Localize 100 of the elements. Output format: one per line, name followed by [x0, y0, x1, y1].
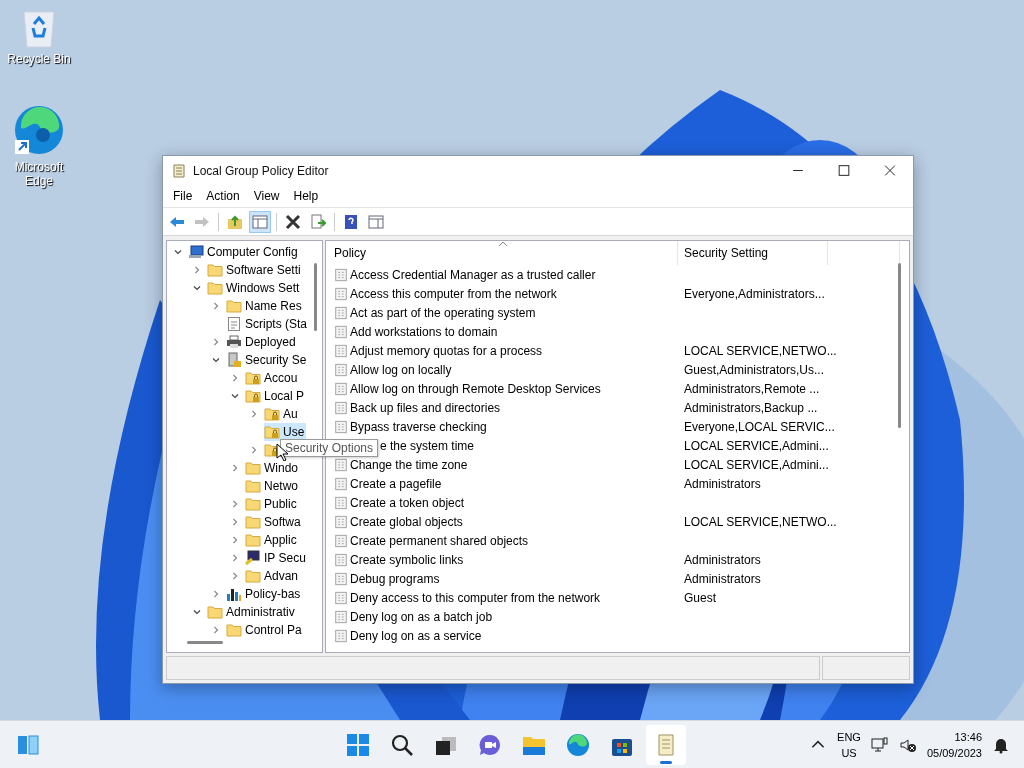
column-header[interactable]: Security Setting: [678, 241, 828, 265]
policy-name[interactable]: Create a token object: [350, 495, 465, 510]
expanded-chevron-icon[interactable]: [192, 283, 202, 293]
tree-item[interactable]: Scripts (Sta: [226, 315, 309, 333]
policy-name[interactable]: Deny log on as a service: [350, 628, 482, 643]
security-setting: LOCAL SERVICE,NETWO...: [684, 343, 837, 358]
collapsed-chevron-icon[interactable]: [230, 517, 240, 527]
clock-time[interactable]: 13:46: [954, 729, 982, 745]
policy-icon: [334, 533, 348, 548]
policy-name[interactable]: Allow log on locally: [350, 362, 452, 377]
tooltip: Security Options: [280, 439, 379, 457]
tree-item[interactable]: Public: [245, 495, 299, 513]
locked-folder-icon: [245, 370, 261, 386]
policy-name[interactable]: Back up files and directories: [350, 400, 501, 415]
policy-name[interactable]: Create a pagefile: [350, 476, 442, 491]
expanded-chevron-icon[interactable]: [173, 247, 183, 257]
collapsed-chevron-icon[interactable]: [211, 301, 221, 311]
policy-name[interactable]: Bypass traverse checking: [350, 419, 487, 434]
expanded-chevron-icon[interactable]: [211, 355, 221, 365]
security-setting: Administrators,Remote ...: [684, 381, 820, 396]
policy-name[interactable]: Allow log on through Remote Desktop Services: [350, 381, 601, 396]
bell-icon[interactable]: [992, 736, 1010, 754]
collapsed-chevron-icon[interactable]: [230, 463, 240, 473]
delete-icon: [285, 213, 301, 230]
policy-icon: [334, 495, 348, 510]
policy-icon: [334, 514, 348, 529]
monitor-key-icon: [245, 550, 261, 566]
region-indicator[interactable]: US: [841, 745, 857, 761]
policy-name[interactable]: Debug programs: [350, 571, 440, 586]
expanded-chevron-icon[interactable]: [192, 607, 202, 617]
policy-icon: [334, 552, 348, 567]
policy-name[interactable]: Create global objects: [350, 514, 463, 529]
folder-icon: [207, 604, 223, 620]
scrollbar[interactable]: [898, 263, 901, 428]
language-indicator[interactable]: ENG: [837, 729, 861, 745]
policy-name[interactable]: Access this computer from the network: [350, 286, 557, 301]
policy-name[interactable]: Access Credential Manager as a trusted caller: [350, 267, 596, 282]
tree-toggle-button[interactable]: [249, 210, 271, 233]
menu-item[interactable]: File: [166, 187, 200, 205]
widgets-icon[interactable]: [16, 733, 40, 757]
policy-name[interactable]: Create symbolic links: [350, 552, 464, 567]
clock-date[interactable]: 05/09/2023: [926, 745, 982, 761]
tree-item[interactable]: Accou: [245, 369, 300, 387]
policy-icon: [334, 590, 348, 605]
locked-folder-icon: [264, 424, 280, 440]
expanded-chevron-icon[interactable]: [230, 391, 240, 401]
scrollbar[interactable]: [187, 641, 223, 644]
security-setting: Administrators,Backup ...: [684, 400, 818, 415]
tree-item[interactable]: Security Se: [226, 351, 309, 369]
tree-item[interactable]: Policy-bas: [226, 585, 303, 603]
collapsed-chevron-icon[interactable]: [230, 499, 240, 509]
menu-item[interactable]: View: [246, 187, 287, 205]
policy-name[interactable]: Deny log on as a batch job: [350, 609, 493, 624]
tree-item[interactable]: Use: [264, 423, 307, 441]
security-setting: LOCAL SERVICE,Admini...: [684, 438, 829, 453]
menu-item[interactable]: Action: [199, 187, 247, 205]
tree-item[interactable]: Administrativ: [207, 603, 297, 621]
tree-item[interactable]: Control Pa: [226, 621, 304, 639]
collapsed-chevron-icon[interactable]: [211, 337, 221, 347]
tree-item[interactable]: Advan: [245, 567, 301, 585]
policy-name[interactable]: e the system time: [380, 438, 475, 453]
policy-icon: [334, 324, 348, 339]
tree-item[interactable]: Local P: [245, 387, 307, 405]
tree-item[interactable]: Softwa: [245, 513, 303, 531]
tree-item[interactable]: Software Setti: [207, 261, 303, 279]
collapsed-chevron-icon[interactable]: [211, 625, 221, 635]
network-icon[interactable]: [870, 736, 889, 754]
menu-item[interactable]: Help: [286, 187, 326, 205]
policy-name[interactable]: Adjust memory quotas for a process: [350, 343, 543, 358]
policy-name[interactable]: Add workstations to domain: [350, 324, 498, 339]
collapsed-chevron-icon[interactable]: [230, 553, 240, 563]
column-header[interactable]: Policy: [326, 241, 678, 265]
server-lock-icon: [226, 352, 242, 368]
window-title: Local Group Policy Editor: [193, 163, 329, 178]
printer-icon: [226, 334, 242, 350]
tree-item[interactable]: Windows Sett: [207, 279, 302, 297]
policy-name[interactable]: Create permanent shared objects: [350, 533, 529, 548]
policy-name[interactable]: Deny access to this computer from the network: [350, 590, 601, 605]
tree-item[interactable]: Au: [264, 405, 300, 423]
tree-item[interactable]: Applic: [245, 531, 299, 549]
recycle-bin-icon[interactable]: [21, 8, 57, 48]
collapsed-chevron-icon[interactable]: [249, 445, 259, 455]
tree-item[interactable]: IP Secu: [245, 549, 308, 567]
policy-name[interactable]: Act as part of the operating system: [350, 305, 536, 320]
collapsed-chevron-icon[interactable]: [230, 373, 240, 383]
tree-item[interactable]: Deployed: [226, 333, 298, 351]
scrollbar[interactable]: [314, 263, 317, 331]
policy-icon: [334, 571, 348, 586]
tree-item[interactable]: Windo: [245, 459, 300, 477]
collapsed-chevron-icon[interactable]: [211, 589, 221, 599]
policy-name[interactable]: Change the time zone: [350, 457, 468, 472]
collapsed-chevron-icon[interactable]: [230, 535, 240, 545]
tree-item[interactable]: Computer Config: [188, 243, 300, 261]
tree-item[interactable]: Netwo: [245, 477, 300, 495]
collapsed-chevron-icon[interactable]: [230, 571, 240, 581]
collapsed-chevron-icon[interactable]: [249, 409, 259, 419]
browser-icon[interactable]: [13, 104, 65, 156]
muted-speaker-icon[interactable]: [898, 736, 917, 754]
collapsed-chevron-icon[interactable]: [192, 265, 202, 275]
tree-item[interactable]: Name Res: [226, 297, 304, 315]
